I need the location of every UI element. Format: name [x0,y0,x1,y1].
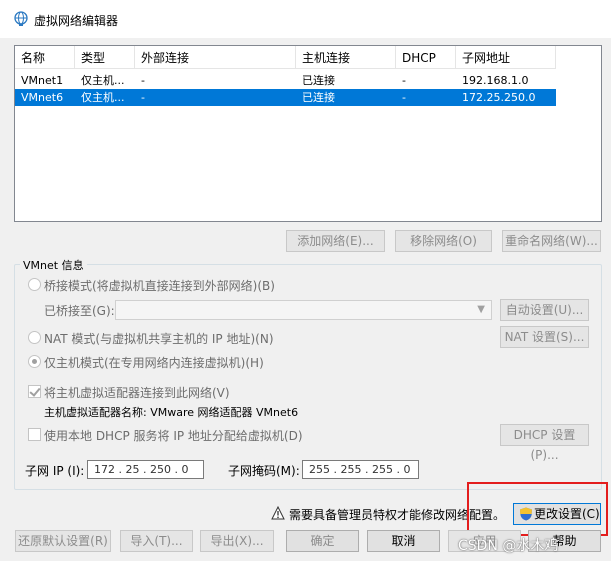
cell-external: - [141,91,145,104]
column-header-host[interactable]: 主机连接 [296,46,396,69]
list-header: 名称 类型 外部连接 主机连接 DHCP 子网地址 [15,46,601,70]
column-header-name[interactable]: 名称 [15,46,75,69]
bridged-to-label: 已桥接至(G): [44,304,115,318]
ok-button[interactable]: 确定 [286,530,359,552]
nat-settings-button[interactable]: NAT 设置(S)... [500,326,589,348]
subnet-ip-label: 子网 IP (I): [25,464,85,478]
cell-name: VMnet6 [21,91,64,104]
host-only-mode-label: 仅主机模式(在专用网络内连接虚拟机)(H) [44,356,264,370]
cell-host: 已连接 [302,74,335,87]
cell-type: 仅主机... [81,91,125,104]
cell-type: 仅主机... [81,74,125,87]
bridge-mode-radio[interactable] [28,278,41,291]
nat-mode-label: NAT 模式(与虚拟机共享主机的 IP 地址)(N) [44,332,274,346]
import-button[interactable]: 导入(T)... [120,530,193,552]
cell-subnet: 172.25.250.0 [462,91,536,104]
cell-dhcp: - [402,91,406,104]
column-header-type[interactable]: 类型 [75,46,135,69]
table-row-selected[interactable]: VMnet6 仅主机... - 已连接 - 172.25.250.0 [15,89,556,106]
window-title: 虚拟网络编辑器 [34,14,119,28]
use-dhcp-checkbox[interactable] [28,428,41,441]
column-header-dhcp[interactable]: DHCP [396,46,456,69]
highlight-annotation-box [467,482,608,536]
connect-adapter-checkbox[interactable] [28,385,41,398]
warning-icon [271,506,285,520]
nat-mode-radio[interactable] [28,331,41,344]
vmnet-info-title: VMnet 信息 [20,257,87,273]
dhcp-settings-button[interactable]: DHCP 设置(P)... [500,424,589,462]
subnet-mask-label: 子网掩码(M): [228,464,300,478]
column-header-subnet[interactable]: 子网地址 [456,46,556,69]
vmnet-info-group [14,264,602,490]
table-row[interactable]: VMnet1 仅主机... - 已连接 - 192.168.1.0 [15,72,556,89]
restore-defaults-button[interactable]: 还原默认设置(R) [15,530,111,552]
subnet-ip-field[interactable]: 172 . 25 . 250 . 0 [87,460,204,479]
network-list[interactable]: 名称 类型 外部连接 主机连接 DHCP 子网地址 VMnet1 仅主机... … [14,45,602,222]
cell-dhcp: - [402,74,406,87]
auto-settings-button[interactable]: 自动设置(U)... [500,299,589,321]
connect-adapter-label: 将主机虚拟适配器连接到此网络(V) [44,386,230,400]
chevron-down-icon: ▼ [477,304,485,315]
rename-network-button[interactable]: 重命名网络(W)... [502,230,601,252]
cell-host: 已连接 [302,91,335,104]
bridge-mode-label: 桥接模式(将虚拟机直接连接到外部网络)(B) [44,279,275,293]
cell-subnet: 192.168.1.0 [462,74,529,87]
export-button[interactable]: 导出(X)... [200,530,274,552]
globe-network-icon [14,11,28,26]
adapter-name-text: 主机虚拟适配器名称: VMware 网络适配器 VMnet6 [44,406,299,419]
cell-name: VMnet1 [21,74,64,87]
subnet-mask-field[interactable]: 255 . 255 . 255 . 0 [302,460,419,479]
cell-external: - [141,74,145,87]
use-dhcp-label: 使用本地 DHCP 服务将 IP 地址分配给虚拟机(D) [44,429,303,443]
remove-network-button[interactable]: 移除网络(O) [395,230,492,252]
cancel-button[interactable]: 取消 [367,530,440,552]
watermark: CSDN @水木鸡 [458,538,559,554]
title-bar: 虚拟网络编辑器 [0,0,611,38]
bridged-to-select[interactable]: ▼ [115,300,492,320]
column-header-external[interactable]: 外部连接 [135,46,296,69]
add-network-button[interactable]: 添加网络(E)... [286,230,385,252]
host-only-mode-radio[interactable] [28,355,41,368]
